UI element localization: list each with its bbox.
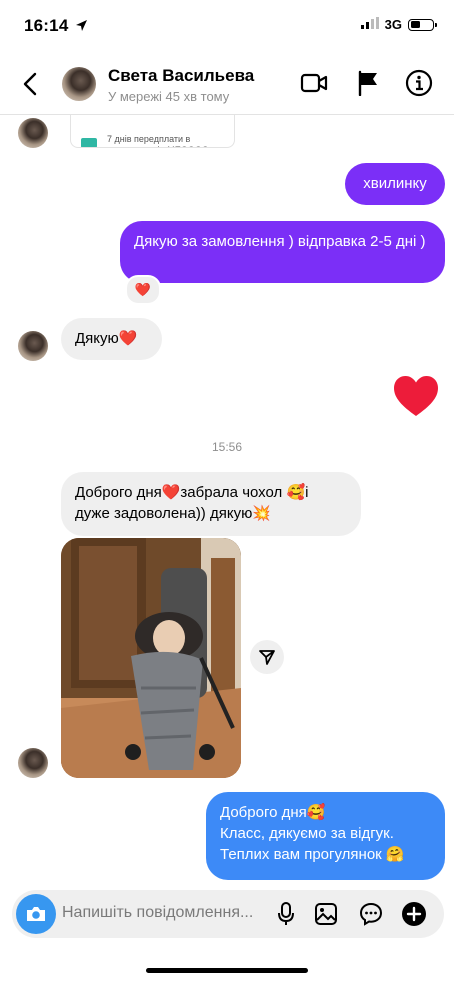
video-call-icon[interactable] <box>300 69 328 97</box>
avatar <box>18 331 48 361</box>
message-input[interactable]: Напишіть повідомлення... <box>62 904 253 922</box>
sticker-icon[interactable] <box>358 901 384 927</box>
heart-icon[interactable] <box>392 374 440 418</box>
message-timestamp: 15:56 <box>211 440 243 454</box>
message-line: Класс, дякуємо за відгук. <box>220 825 394 842</box>
message-in[interactable]: Дякую❤️ <box>61 318 162 360</box>
photo-message[interactable] <box>61 538 241 778</box>
message-out[interactable]: хвилинку <box>345 163 445 205</box>
microphone-icon[interactable] <box>273 901 299 927</box>
camera-icon[interactable] <box>16 894 56 934</box>
signal-icon <box>360 17 379 32</box>
contact-name[interactable]: Света Васильева <box>108 66 254 86</box>
gallery-icon[interactable] <box>313 901 339 927</box>
network-label: 3G <box>384 17 402 32</box>
avatar <box>18 748 48 778</box>
message-in[interactable]: Доброго дня❤️забрала чохол 🥰і дуже задов… <box>61 472 361 536</box>
message-line: Доброго дня🥰 <box>220 804 326 821</box>
back-icon[interactable] <box>18 70 42 98</box>
shared-ad-card[interactable]: 7 днів передплати в подарунок від MEGOGO <box>70 115 235 148</box>
avatar <box>18 118 48 148</box>
location-arrow-icon <box>75 19 88 37</box>
home-indicator[interactable] <box>146 968 308 973</box>
message-composer: Напишіть повідомлення... <box>12 890 444 938</box>
plus-icon[interactable] <box>401 901 427 927</box>
ad-card-text: 7 днів передплати в подарунок від MEGOGO <box>107 134 209 147</box>
message-out[interactable]: Доброго дня🥰 Класс, дякуємо за відгук. Т… <box>206 792 445 880</box>
message-out[interactable]: Дякую за замовлення ) відправка 2-5 дні … <box>120 221 445 283</box>
avatar[interactable] <box>62 67 96 101</box>
status-right: 3G <box>360 17 437 32</box>
battery-icon <box>408 18 437 31</box>
info-icon[interactable] <box>405 69 433 97</box>
send-icon[interactable] <box>250 640 284 674</box>
chat-header: Света Васильева У мережі 45 хв тому <box>0 52 454 115</box>
status-time: 16:14 <box>24 16 69 35</box>
contact-status: У мережі 45 хв тому <box>108 89 230 104</box>
message-line: Теплих вам прогулянок 🤗 <box>220 846 405 863</box>
megogo-logo-icon <box>81 138 97 147</box>
flag-icon[interactable] <box>354 69 382 97</box>
message-reaction[interactable]: ❤️ <box>125 275 161 305</box>
